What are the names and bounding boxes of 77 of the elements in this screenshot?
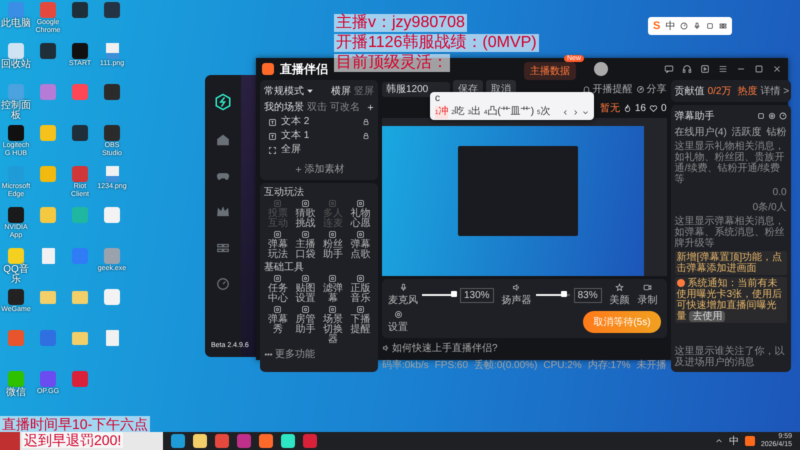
panel-tab[interactable]: 在线用户(4)	[674, 125, 727, 139]
gift-value: 0.0	[772, 187, 787, 198]
scene-item[interactable]: 文本 1	[264, 130, 374, 142]
use-button[interactable]: 去使用	[689, 311, 726, 322]
tool-button[interactable]: 下播提醒	[346, 305, 374, 345]
scene-item[interactable]: 全屏	[264, 144, 374, 156]
tool-button[interactable]: 房管助手	[292, 305, 319, 345]
icon-label: QQ音乐	[2, 265, 30, 285]
toolbar-button[interactable]: 设置	[388, 310, 408, 334]
tool-button[interactable]: 滤弹幕	[319, 274, 346, 304]
tool-button[interactable]: 礼物心愿	[346, 199, 374, 229]
details-link[interactable]: 详情 >	[760, 84, 790, 98]
notice-message: 新增[弹幕置顶]功能，点击弹幕添加进画面	[674, 251, 787, 275]
tool-button[interactable]: 弹幕点歌	[346, 230, 374, 260]
audio-label: 扬声器	[502, 294, 532, 307]
stat-text: 码率:0kb/s	[382, 358, 429, 372]
notice-message: 系统通知：当前有未使用曝光卡3张，使用后可快速增加直播间曝光量 去使用	[674, 277, 787, 323]
follow-hint: 这里显示谁关注了你，以及进场用户的消息	[674, 346, 786, 368]
hint-text: 双击	[307, 100, 327, 114]
room-title-field[interactable]: 韩服1200	[382, 82, 450, 96]
tool-button[interactable]: 任务中心	[264, 274, 292, 304]
stat-text: CPU:2%	[543, 360, 582, 370]
mode-dropdown[interactable]: 常规模式	[264, 84, 314, 98]
danmaku-count: 0条/0人	[752, 201, 787, 214]
contribution-label: 贡献值	[674, 84, 705, 98]
volume-reading: 83%	[574, 288, 602, 302]
overlay-text: 迟到早退罚200!	[22, 432, 124, 448]
toolbar-button[interactable]: 录制	[638, 283, 658, 307]
tool-button[interactable]: 猜歌挑战	[292, 199, 319, 229]
heat-label: 热度	[737, 84, 758, 98]
stat-text: FPS:60	[434, 360, 468, 370]
panel-title: 弹幕助手	[674, 110, 715, 123]
stat-text: 丢帧:0(0.00%)	[474, 358, 538, 372]
panel-tab[interactable]: 钻粉	[766, 125, 787, 139]
tool-button[interactable]: 粉丝助手	[319, 230, 346, 260]
stat-text: 未开播	[636, 358, 667, 372]
danmaku-hint: 这里显示弹幕相关消息，如弹幕、系统消息、粉丝牌升级等	[674, 216, 786, 249]
icon-label: 微信	[5, 388, 27, 398]
gift-hint: 这里显示礼物相关消息，如礼物、粉丝团、贵族开通/续费、钻粉开通/续费等	[674, 141, 786, 185]
section-title: 我的场景	[264, 100, 304, 114]
icon-label: 此电脑	[0, 19, 32, 29]
toolbar-button[interactable]: 美颜	[610, 283, 630, 307]
hint-text: 可改名	[330, 101, 360, 114]
like-count: 16	[634, 102, 646, 114]
audio-label: 麦克风	[388, 294, 418, 307]
streamer-data-button[interactable]: 主播数据	[524, 62, 576, 80]
input-language[interactable]: 中	[728, 434, 739, 448]
app-title: 直播伴侣	[280, 60, 328, 78]
share-link[interactable]: 分享	[636, 82, 667, 96]
contribution-value: 0/2万	[708, 85, 732, 98]
section-title: 互动玩法	[264, 187, 305, 198]
overlay-text: 主播v：jzy980708	[334, 14, 467, 32]
panel-tab[interactable]: 活跃度	[732, 125, 762, 139]
status-text: 暂无	[600, 102, 620, 115]
tool-button[interactable]: 弹幕秀	[264, 305, 292, 345]
ime-mode[interactable]: 中	[665, 19, 676, 33]
tool-button[interactable]: 正版音乐	[346, 274, 374, 304]
orientation-tab[interactable]: 横屏	[331, 84, 351, 98]
volume-reading: 130%	[460, 288, 494, 302]
icon-label: 控制面板	[0, 101, 32, 121]
more-button[interactable]: 更多功能	[264, 347, 315, 361]
live-reminder-link[interactable]: 开播提醒	[582, 82, 633, 96]
overlay-text: 直播时间早10-下午六点	[0, 416, 150, 432]
add-source-button[interactable]: 添加素材	[294, 162, 344, 176]
heart-count: 0	[661, 102, 667, 114]
icon-label: 回收站	[0, 60, 32, 70]
tool-button[interactable]: 弹幕玩法	[264, 230, 292, 260]
scene-item[interactable]: 文本 2	[264, 116, 374, 128]
tool-button[interactable]: 场景切换器	[319, 305, 346, 345]
overlay-text: 开播1126韩服战绩：(0MVP)	[334, 34, 539, 52]
stat-text: 内存:17%	[588, 358, 631, 372]
overlay-text: 目前顶级灵活：	[334, 54, 450, 72]
orientation-tab[interactable]: 竖屏	[354, 84, 374, 98]
section-title: 基础工具	[264, 262, 305, 273]
tool-button[interactable]: 主播口袋	[292, 230, 319, 260]
tool-button[interactable]: 贴图设置	[292, 274, 319, 304]
help-link[interactable]: 如何快速上手直播伴侣?	[382, 341, 498, 355]
